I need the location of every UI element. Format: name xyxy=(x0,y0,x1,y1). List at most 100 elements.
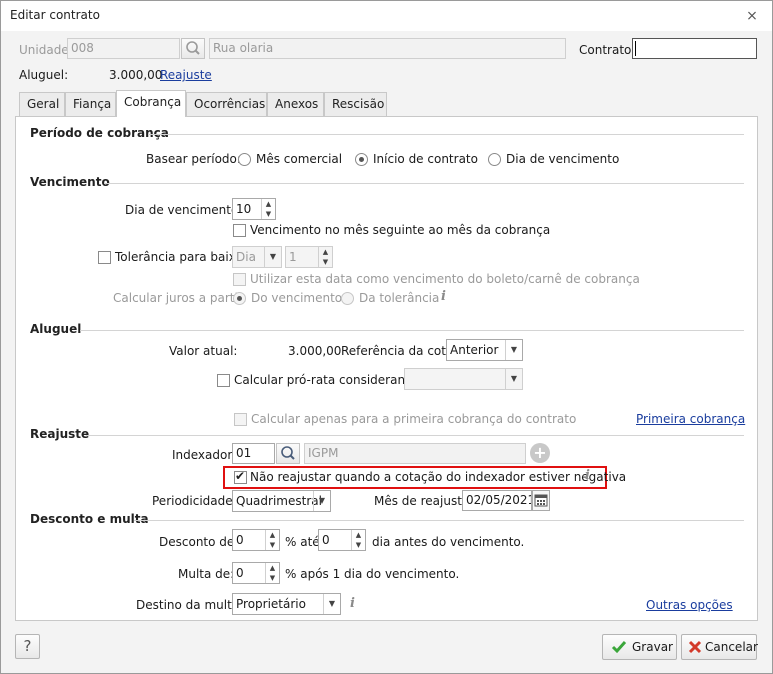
info-icon[interactable]: i xyxy=(585,468,590,483)
chevron-down-icon: ▼ xyxy=(323,594,340,614)
ate-stepper[interactable]: 0 ▲ ▼ xyxy=(318,529,366,551)
tab-cobranca[interactable]: Cobrança xyxy=(116,90,186,117)
indexador-search-button[interactable] xyxy=(276,443,300,464)
section-desconto-title: Desconto e multa xyxy=(30,512,149,526)
mes-seguinte-label[interactable]: Vencimento no mês seguinte ao mês da cob… xyxy=(250,223,550,237)
window-title: Editar contrato xyxy=(10,8,100,22)
radio-mes-comercial[interactable] xyxy=(238,153,251,166)
radio-da-tolerancia-label[interactable]: Da tolerância xyxy=(359,291,439,305)
nao-reajustar-checkbox[interactable] xyxy=(234,469,247,484)
unidade-code-field[interactable]: 008 xyxy=(67,38,180,59)
aluguel-label: Aluguel: xyxy=(19,68,69,82)
indexador-code-field[interactable]: 01 xyxy=(232,443,275,464)
dia-vencimento-value: 10 xyxy=(236,202,252,216)
calendar-button[interactable] xyxy=(532,490,550,511)
tab-anexos[interactable]: Anexos xyxy=(267,92,324,116)
outras-opcoes-link[interactable]: Outras opções xyxy=(646,598,733,612)
stepper-arrows-icon[interactable]: ▲ ▼ xyxy=(265,530,279,550)
close-icon xyxy=(688,640,702,654)
tolerancia-value: 1 xyxy=(289,250,297,264)
radio-do-vencimento[interactable] xyxy=(233,292,246,305)
periodicidade-select[interactable]: Quadrimestral ▼ xyxy=(232,490,331,512)
help-button[interactable]: ? xyxy=(15,634,40,659)
check-icon xyxy=(611,641,627,654)
contrato-label: Contrato: xyxy=(579,43,636,57)
dias-label: dia antes do vencimento. xyxy=(372,535,525,549)
referencia-label: Referência da cota: xyxy=(341,344,458,358)
radio-da-tolerancia[interactable] xyxy=(341,292,354,305)
mes-seguinte-checkbox[interactable] xyxy=(233,224,246,237)
unidade-address-field[interactable]: Rua olaria xyxy=(209,38,566,59)
chevron-down-icon: ▼ xyxy=(264,247,281,267)
desconto-label: Desconto de: xyxy=(159,535,239,549)
divider xyxy=(134,520,744,521)
periodicidade-label: Periodicidade: xyxy=(152,494,237,508)
primeira-cobranca-label[interactable]: Calcular apenas para a primeira cobrança… xyxy=(251,412,576,426)
multa-value: 0 xyxy=(236,566,244,580)
indexador-name-field[interactable]: IGPM xyxy=(304,443,526,464)
ate-value: 0 xyxy=(322,533,330,547)
desconto-stepper[interactable]: 0 ▲ ▼ xyxy=(232,529,280,551)
save-button[interactable]: Gravar xyxy=(602,634,677,660)
chevron-down-icon: ▼ xyxy=(505,340,522,360)
radio-dia-vencimento[interactable] xyxy=(488,153,501,166)
info-icon[interactable]: i xyxy=(441,289,446,304)
mes-reajuste-label: Mês de reajuste: xyxy=(374,494,474,508)
radio-dia-vencimento-label[interactable]: Dia de vencimento xyxy=(506,152,619,166)
tab-ocorrencias[interactable]: Ocorrências xyxy=(186,92,267,116)
primeira-cobranca-link[interactable]: Primeira cobrança xyxy=(636,412,745,426)
section-aluguel-title: Aluguel xyxy=(30,322,82,336)
radio-do-vencimento-label[interactable]: Do vencimento xyxy=(251,291,342,305)
nao-reajustar-label[interactable]: Não reajustar quando a cotação do indexa… xyxy=(250,470,626,484)
contrato-field[interactable] xyxy=(632,38,757,59)
radio-inicio-contrato-label[interactable]: Início de contrato xyxy=(373,152,478,166)
section-periodo-title: Período de cobrança xyxy=(30,126,169,140)
divider xyxy=(104,183,744,184)
utilizar-data-checkbox[interactable] xyxy=(233,273,246,286)
prorata-checkbox[interactable] xyxy=(217,374,230,387)
stepper-arrows-icon[interactable]: ▲ ▼ xyxy=(351,530,365,550)
stepper-arrows-icon[interactable]: ▲ ▼ xyxy=(265,563,279,583)
search-icon xyxy=(186,41,200,55)
periodicidade-value: Quadrimestral xyxy=(236,494,322,508)
multa-stepper[interactable]: 0 ▲ ▼ xyxy=(232,562,280,584)
dia-vencimento-stepper[interactable]: 10 ▲ ▼ xyxy=(232,198,276,220)
tab-rescisao[interactable]: Rescisão xyxy=(324,92,387,116)
radio-mes-comercial-label[interactable]: Mês comercial xyxy=(256,152,342,166)
save-label: Gravar xyxy=(632,640,673,654)
unidade-search-button[interactable] xyxy=(181,38,205,59)
aluguel-value: 3.000,00 xyxy=(109,68,163,82)
desconto-value: 0 xyxy=(236,533,244,547)
prorata-label[interactable]: Calcular pró-rata considerando: xyxy=(234,373,424,387)
title-bar: Editar contrato ⨯ xyxy=(1,1,772,31)
referencia-select[interactable]: Anterior ▼ xyxy=(446,339,523,361)
cancel-button[interactable]: Cancelar xyxy=(681,634,758,660)
tolerancia-label[interactable]: Tolerância para baixa: xyxy=(115,250,247,264)
tolerancia-unit-select[interactable]: Dia ▼ xyxy=(232,246,282,268)
destino-label: Destino da multa: xyxy=(136,598,244,612)
utilizar-data-label[interactable]: Utilizar esta data como vencimento do bo… xyxy=(250,272,640,286)
tolerancia-stepper[interactable]: 1 ▲ ▼ xyxy=(285,246,333,268)
reajuste-link[interactable]: Reajuste xyxy=(160,68,212,82)
stepper-arrows-icon[interactable]: ▲ ▼ xyxy=(261,199,275,219)
tab-geral[interactable]: Geral xyxy=(19,92,65,116)
plus-icon[interactable]: + xyxy=(530,443,550,463)
referencia-value: Anterior xyxy=(450,343,499,357)
section-vencimento-title: Vencimento xyxy=(30,175,110,189)
destino-value: Proprietário xyxy=(236,597,306,611)
radio-inicio-contrato[interactable] xyxy=(355,153,368,166)
tolerancia-unit-value: Dia xyxy=(236,250,256,264)
section-reajuste-title: Reajuste xyxy=(30,427,90,441)
tab-fianca[interactable]: Fiança xyxy=(65,92,116,116)
close-icon[interactable]: ⨯ xyxy=(742,7,762,25)
tolerancia-checkbox[interactable] xyxy=(98,251,111,264)
ate-label: % até xyxy=(285,535,320,549)
destino-select[interactable]: Proprietário ▼ xyxy=(232,593,341,615)
unidade-label: Unidade: xyxy=(19,43,73,57)
prorata-select[interactable]: ▼ xyxy=(404,368,523,390)
info-icon[interactable]: i xyxy=(350,596,355,611)
stepper-arrows-icon[interactable]: ▲ ▼ xyxy=(318,247,332,267)
primeira-cobranca-checkbox[interactable] xyxy=(234,413,247,426)
divider xyxy=(86,435,744,436)
mes-reajuste-field[interactable]: 02/05/2021 xyxy=(462,490,532,511)
